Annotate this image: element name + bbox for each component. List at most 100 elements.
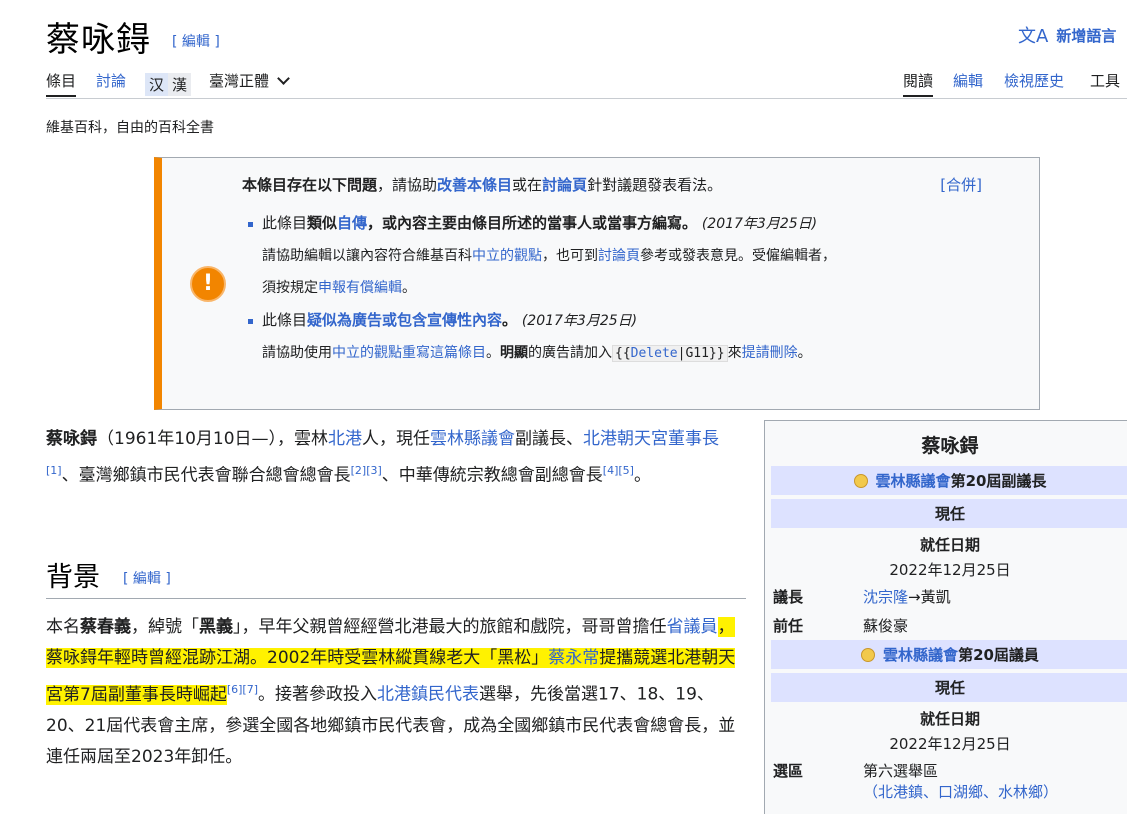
issue-help-text: 請協助編輯以讓內容符合維基百科中立的觀點，也可到討論頁參考或發表意見。受僱編輯者… [242, 240, 1012, 304]
row-value: →黃凱 [908, 588, 951, 606]
start-label: 就任日期 [919, 710, 980, 728]
infobox-current: 現任 [771, 499, 1127, 528]
advertisement-link[interactable]: 疑似為廣告或包含宣傳性內容 [307, 311, 502, 329]
npov-link[interactable]: 中立的觀點 [472, 248, 542, 264]
notice-text: ，請協助 [377, 176, 438, 194]
chevron-down-icon [277, 72, 290, 85]
citation-3[interactable]: [3] [366, 464, 382, 477]
issue-autobiography: 此條目類似自傳，或內容主要由條目所述的當事人或當事方編寫。 (2017年3月25… [242, 207, 1012, 240]
section-divider [46, 598, 746, 599]
add-language-button[interactable]: 文A 新增語言 [1018, 22, 1116, 48]
help-text: 的廣告請加入 [528, 345, 612, 361]
citation-5[interactable]: [5] [618, 464, 634, 477]
notice-heading: 本條目存在以下問題 [242, 176, 378, 194]
lead-name: 蔡咏鍀 [46, 429, 97, 449]
add-language-label: 新增語言 [1056, 26, 1117, 45]
lead-text: 、中華傳統宗教總會副總會長 [381, 465, 603, 486]
issue-text: 類似 [307, 214, 338, 232]
variant-dropdown[interactable]: 臺灣正體 [209, 70, 290, 91]
citation-7[interactable]: [7] [242, 683, 258, 696]
citation-4[interactable]: [4] [603, 464, 619, 477]
speaker-row: 議長 沈宗隆→黃凱 [771, 582, 1127, 611]
talk-page-link[interactable]: 討論頁 [542, 176, 587, 194]
help-text: 須按規定 [262, 280, 318, 296]
tab-read[interactable]: 閱讀 [903, 70, 934, 97]
township-representative-link[interactable]: 北港鎮民代表 [377, 685, 479, 705]
tab-talk[interactable]: 討論 [96, 70, 126, 91]
help-text: 明顯 [500, 345, 528, 361]
district-towns[interactable]: （北港鎮、口湖鄉、水林鄉） [863, 783, 1058, 801]
body-text: 」，早年父親曾經經營北港最大的旅館和戲院，哥哥曾擔任 [233, 617, 667, 637]
council-link[interactable]: 雲林縣議會 [876, 472, 951, 490]
tab-edit[interactable]: 編輯 [953, 70, 983, 91]
row-value: 蘇俊豪 [863, 617, 909, 635]
template-text: {{ [615, 346, 631, 361]
section-edit-link[interactable]: [ 編輯 ] [123, 568, 171, 588]
variant-dropdown-label: 臺灣正體 [209, 72, 270, 90]
office-title: 第20屆副議長 [950, 472, 1047, 490]
title-edit-link[interactable]: [ 編輯 ] [172, 31, 220, 51]
issue-date: (2017年3月25日) [521, 313, 638, 329]
delete-template-link[interactable]: Delete [631, 346, 678, 361]
issue-text: 此條目 [262, 214, 308, 232]
variant-switch[interactable]: 汉 漢 [145, 73, 192, 96]
body-text: ，綽號「 [131, 617, 199, 637]
issue-date: (2017年3月25日) [701, 216, 818, 232]
help-text: 。 [486, 345, 500, 361]
tsai-yung-chang-link[interactable]: 蔡永常 [548, 648, 600, 668]
autobiography-link[interactable]: 自傳 [337, 214, 367, 232]
citation-6[interactable]: [6] [227, 683, 243, 696]
issue-text: ，或內容主要由條目所述的當事人或當事方編寫。 [367, 214, 698, 232]
issue-help-text: 請協助使用中立的觀點重寫這篇條目。明顯的廣告請加入 {{Delete|G11}} 來… [242, 337, 1012, 370]
tab-article[interactable]: 條目 [46, 70, 77, 97]
office-title: 第20屆議員 [958, 646, 1039, 664]
issue-text: 。 [502, 311, 518, 329]
start-date: 2022年12月25日 [889, 735, 1011, 753]
merge-link[interactable]: [合併] [940, 174, 982, 195]
speaker-link[interactable]: 沈宗隆 [863, 588, 908, 606]
body-text: 蔡春義 [80, 617, 131, 637]
notice-text: 或在 [512, 176, 543, 194]
help-text: 來 [727, 345, 742, 361]
provincial-councilor-link[interactable]: 省議員 [667, 617, 718, 637]
infobox-current: 現任 [771, 673, 1127, 702]
background-paragraph: 本名蔡春義，綽號「黑義」，早年父親曾經經營北港最大的旅館和戲院，哥哥曾擔任省議員… [46, 612, 746, 773]
request-deletion-link[interactable]: 提請刪除 [742, 345, 798, 361]
chaotian-temple-link[interactable]: 北港朝天宮董事長 [583, 429, 719, 449]
citation-1[interactable]: [1] [46, 464, 62, 477]
district-row: 選區 第六選舉區 （北港鎮、口湖鄉、水林鄉） [771, 756, 1127, 806]
infobox: 蔡咏鍀 雲林縣議會第20屆副議長 現任 就任日期 2022年12月25日 議長 … [764, 420, 1127, 814]
section-heading: 背景 [46, 562, 100, 593]
notice-text: 針對議題發表看法。 [587, 176, 723, 194]
issue-text: 此條目 [262, 311, 308, 329]
paid-edit-link[interactable]: 申報有償編輯 [318, 280, 402, 296]
talk-page-link[interactable]: 討論頁 [598, 248, 640, 264]
rewrite-link[interactable]: 中立的觀點重寫這篇條目 [332, 345, 486, 361]
site-tagline: 維基百科，自由的百科全書 [46, 120, 214, 136]
body-text: 黑義 [199, 617, 233, 637]
body-text: 。接著參政投入 [258, 684, 378, 705]
beigang-link[interactable]: 北港 [328, 429, 362, 449]
help-text: 。 [402, 280, 416, 296]
help-text: 請協助編輯以讓內容符合維基百科 [262, 248, 472, 264]
help-text: ，也可到 [542, 248, 598, 264]
infobox-office-header: 雲林縣議會第20屆議員 [771, 640, 1127, 669]
yunlin-council-link[interactable]: 雲林縣議會 [430, 429, 515, 449]
citation-2[interactable]: [2] [351, 464, 367, 477]
council-link[interactable]: 雲林縣議會 [883, 646, 958, 664]
help-text: 參考或發表意見。受僱編輯者， [640, 248, 836, 264]
translate-icon: 文A [1018, 26, 1049, 47]
help-text: 請協助使用 [262, 345, 332, 361]
lead-text: 。 [633, 465, 651, 486]
improve-article-link[interactable]: 改善本條目 [437, 176, 512, 194]
lead-text: 、臺灣鄉鎮市民代表會聯合總會總會長 [61, 465, 351, 486]
row-value: 第六選舉區 [863, 762, 939, 780]
tab-history[interactable]: 檢視歷史 [1004, 70, 1064, 91]
lead-text: 副議長、 [515, 429, 584, 449]
variant-traditional[interactable]: 漢 [168, 73, 192, 96]
tabs-divider [46, 98, 1127, 99]
tab-tools[interactable]: 工具 [1090, 70, 1120, 91]
issue-advertisement: 此條目疑似為廣告或包含宣傳性內容。 (2017年3月25日) [242, 304, 1012, 337]
variant-simplified[interactable]: 汉 [145, 73, 169, 96]
body-text: 本名 [46, 617, 80, 637]
